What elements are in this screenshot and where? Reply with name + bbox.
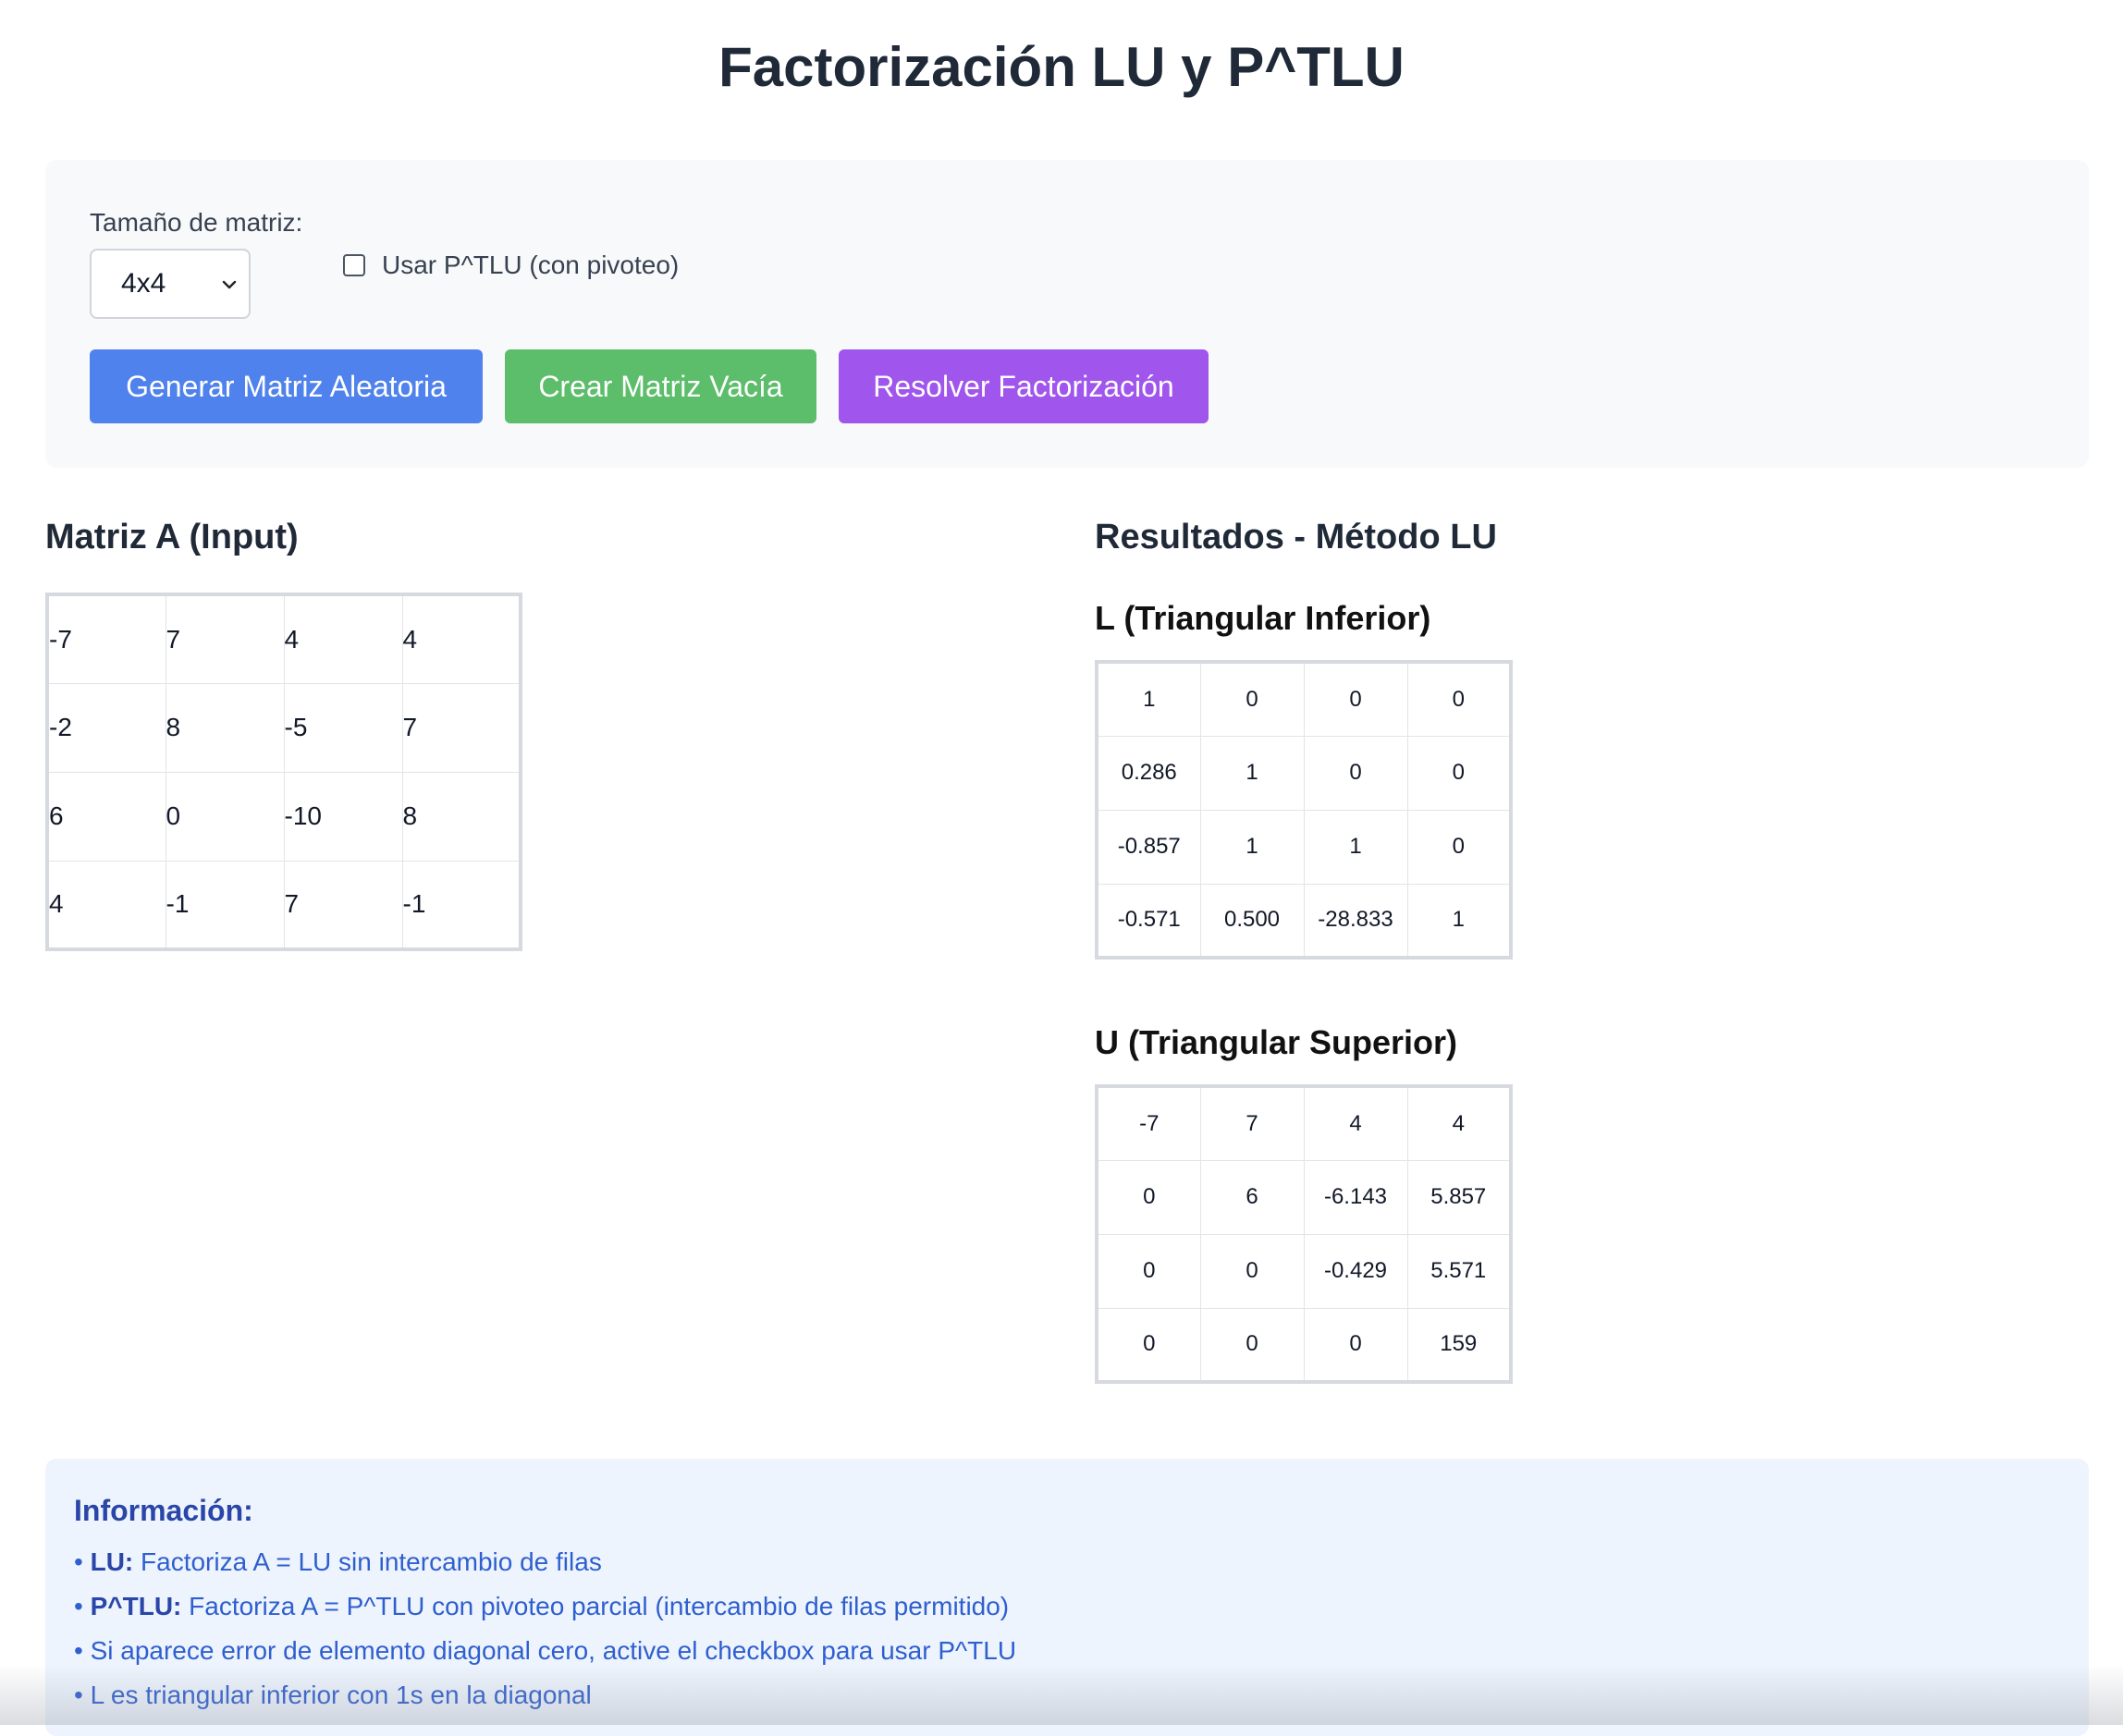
u-matrix: -7 7 4 4 0 6 -6.143 5.857 0 0 -0.429 5.571 0 0 0 159: [1095, 1084, 1513, 1384]
input-cell[interactable]: -1: [165, 860, 285, 950]
create-empty-matrix-button[interactable]: Crear Matriz Vacía: [505, 349, 816, 423]
input-cell[interactable]: 6: [46, 771, 166, 862]
matrix-row: 0.286 1 0 0: [1096, 735, 1512, 811]
info-panel: Información: • LU: Factoriza A = LU sin …: [45, 1459, 2089, 1736]
matrix-row: 0 6 -6.143 5.857: [1096, 1159, 1512, 1235]
input-cell[interactable]: -1: [401, 860, 522, 950]
l-matrix-cell: 0: [1406, 809, 1512, 885]
matrix-row: -0.857 1 1 0: [1096, 809, 1512, 885]
u-matrix-cell: 0: [1199, 1233, 1305, 1309]
matrix-row: 6 0 -10 8: [46, 771, 522, 862]
u-matrix-cell: 7: [1199, 1085, 1305, 1161]
input-cell[interactable]: -7: [46, 593, 166, 684]
input-cell[interactable]: 7: [283, 860, 403, 950]
u-matrix-cell: 0: [1199, 1307, 1305, 1383]
l-matrix-cell: 0: [1406, 735, 1512, 811]
results-title: Resultados - Método LU: [1095, 518, 1497, 556]
matrix-size-select[interactable]: 4x4: [90, 249, 251, 319]
input-cell[interactable]: 8: [165, 682, 285, 773]
l-matrix-cell: 0.500: [1199, 883, 1305, 959]
matrix-row: 1000: [1096, 661, 1512, 737]
l-matrix-cell: 0: [1303, 661, 1408, 737]
chevron-down-icon: [222, 280, 237, 289]
pivot-checkbox-label[interactable]: Usar P^TLU (con pivoteo): [382, 251, 679, 280]
input-matrix-title: Matriz A (Input): [45, 518, 299, 556]
l-matrix-cell: 1: [1406, 883, 1512, 959]
u-matrix-title: U (Triangular Superior): [1095, 1023, 1458, 1061]
u-matrix-cell: -6.143: [1303, 1159, 1408, 1235]
info-item: • LU: Factoriza A = LU sin intercambio d…: [74, 1547, 602, 1576]
info-item: • L es triangular inferior con 1s en la …: [74, 1681, 592, 1709]
input-cell[interactable]: -10: [283, 771, 403, 862]
matrix-row: -7 7 4 4: [46, 593, 522, 684]
matrix-row: 4 -1 7 -1: [46, 860, 522, 950]
matrix-row: -7 7 4 4: [1096, 1085, 1512, 1161]
input-cell[interactable]: 8: [401, 771, 522, 862]
info-item: • P^TLU: Factoriza A = P^TLU con pivoteo…: [74, 1592, 1010, 1620]
l-matrix-cell: 0.286: [1096, 735, 1201, 811]
controls-panel: Tamaño de matriz: 4x4 Usar P^TLU (con pi…: [45, 160, 2089, 468]
info-title: Información:: [74, 1494, 253, 1527]
u-matrix-cell: -7: [1096, 1085, 1201, 1161]
l-matrix-title: L (Triangular Inferior): [1095, 599, 1431, 637]
input-cell[interactable]: 7: [165, 593, 285, 684]
u-matrix-cell: 5.857: [1406, 1159, 1512, 1235]
solve-factorization-button[interactable]: Resolver Factorización: [839, 349, 1209, 423]
matrix-row: -2 8 -5 7: [46, 682, 522, 773]
matrix-row: -0.571 0.500 -28.833 1: [1096, 883, 1512, 959]
input-cell[interactable]: 0: [165, 771, 285, 862]
l-matrix-cell: -0.857: [1096, 809, 1201, 885]
l-matrix-cell: 1: [1096, 661, 1201, 737]
page-title: Factorización LU y P^TLU: [718, 36, 1405, 98]
u-matrix-cell: 159: [1406, 1307, 1512, 1383]
u-matrix-cell: 0: [1096, 1233, 1201, 1309]
u-matrix-cell: 0: [1096, 1307, 1201, 1383]
l-matrix-cell: -28.833: [1303, 883, 1408, 959]
input-cell[interactable]: 4: [46, 860, 166, 950]
pivot-option[interactable]: Usar P^TLU (con pivoteo): [343, 251, 679, 280]
u-matrix-cell: -0.429: [1303, 1233, 1408, 1309]
l-matrix-cell: 1: [1199, 809, 1305, 885]
input-cell[interactable]: -2: [46, 682, 166, 773]
l-matrix-cell: 0: [1199, 661, 1305, 737]
l-matrix-cell: 0: [1303, 735, 1408, 811]
u-matrix-cell: 0: [1303, 1307, 1408, 1383]
input-cell[interactable]: 4: [401, 593, 522, 684]
l-matrix-cell: -0.571: [1096, 883, 1201, 959]
matrix-row: 0 0 -0.429 5.571: [1096, 1233, 1512, 1309]
matrix-row: 0 0 0 159: [1096, 1307, 1512, 1383]
l-matrix-cell: 1: [1199, 735, 1305, 811]
input-cell[interactable]: 7: [401, 682, 522, 773]
u-matrix-cell: 0: [1096, 1159, 1201, 1235]
l-matrix-cell: 0: [1406, 661, 1512, 737]
info-item: • Si aparece error de elemento diagonal …: [74, 1636, 1017, 1665]
input-matrix: -7 7 4 4 -2 8 -5 7 6 0 -10 8 4 -1 7 -1: [45, 593, 522, 951]
u-matrix-cell: 4: [1406, 1085, 1512, 1161]
input-cell[interactable]: -5: [283, 682, 403, 773]
l-matrix-cell: 1: [1303, 809, 1408, 885]
pivot-checkbox[interactable]: [343, 254, 365, 276]
u-matrix-cell: 5.571: [1406, 1233, 1512, 1309]
u-matrix-cell: 4: [1303, 1085, 1408, 1161]
matrix-size-value: 4x4: [121, 268, 166, 299]
matrix-size-label: Tamaño de matriz:: [90, 208, 303, 237]
l-matrix: 1 0 0 0 0.286 1 0 0 -0.857 1 1 0 -0.571 0.500 -28.833 1: [1095, 660, 1513, 960]
input-cell[interactable]: 4: [283, 593, 403, 684]
u-matrix-cell: 6: [1199, 1159, 1305, 1235]
generate-random-matrix-button[interactable]: Generar Matriz Aleatoria: [90, 349, 483, 423]
